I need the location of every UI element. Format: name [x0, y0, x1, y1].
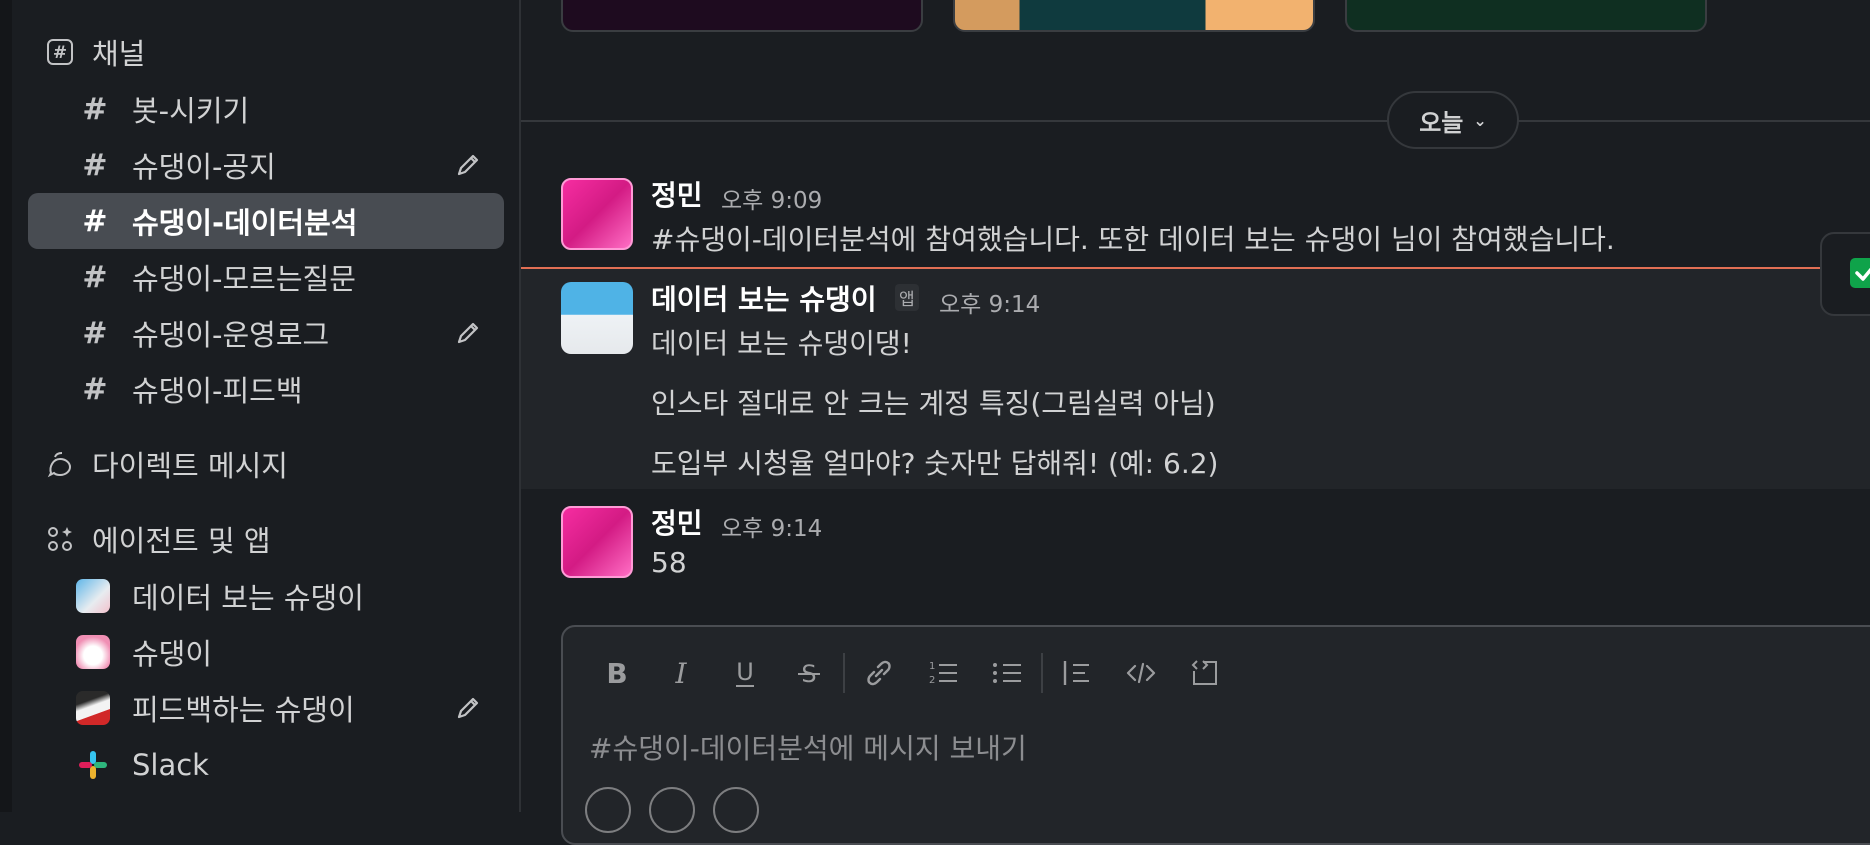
attachment-card[interactable]: [953, 0, 1315, 32]
channel-label: 봇-시키기: [132, 94, 250, 128]
new-messages-line: [521, 267, 1870, 269]
italic-icon[interactable]: I: [649, 649, 713, 697]
underline-icon[interactable]: U: [713, 649, 777, 697]
composer-actions: [585, 787, 759, 833]
app-label: Slack: [132, 748, 209, 782]
sidebar-channel-unknown-questions[interactable]: # 슈댕이-모르는질문: [28, 249, 504, 305]
message-composer[interactable]: B I U S 12 #슈댕이-데이터분석에 메시지 보내기: [561, 625, 1870, 845]
format-icon[interactable]: [649, 787, 695, 833]
apps-section-header[interactable]: 에이전트 및 앱: [44, 519, 271, 559]
link-icon[interactable]: [847, 649, 911, 697]
hash-icon: #: [82, 203, 108, 239]
dm-section-header[interactable]: 다이렉트 메시지: [44, 444, 288, 484]
dm-icon: [44, 448, 76, 480]
sidebar-channel-notice[interactable]: # 슈댕이-공지: [28, 137, 504, 193]
hash-icon: #: [82, 147, 108, 183]
code-block-icon[interactable]: [1173, 649, 1237, 697]
hash-icon: #: [82, 91, 108, 127]
channel-label: 슈댕이-피드백: [132, 374, 303, 408]
dm-section-label: 다이렉트 메시지: [92, 449, 288, 483]
chevron-down-icon: ⌄: [1473, 110, 1487, 130]
apps-section-label: 에이전트 및 앱: [92, 524, 271, 558]
app-avatar-feedback-shudaeng: [76, 691, 110, 725]
date-divider-line: [521, 120, 1870, 122]
blockquote-icon[interactable]: [1045, 649, 1109, 697]
pencil-icon: [457, 154, 479, 176]
sidebar-channel-feedback[interactable]: # 슈댕이-피드백: [28, 361, 504, 417]
sidebar-app-data-shudaeng[interactable]: 데이터 보는 슈댕이: [28, 568, 504, 624]
sidebar-channel-bot[interactable]: # 봇-시키기: [28, 81, 504, 137]
svg-text:U: U: [736, 658, 754, 686]
channel-label: 슈댕이-운영로그: [132, 318, 330, 352]
message-timestamp[interactable]: 오후 9:09: [721, 181, 822, 215]
emoji-icon[interactable]: [713, 787, 759, 833]
message-pane: 오늘 ⌄ 정민 오후 9:09 #슈댕이-데이터분석에 참여했습니다. 또한 데…: [521, 0, 1870, 845]
formatting-toolbar: B I U S 12: [585, 649, 1237, 697]
svg-text:#: #: [53, 43, 67, 63]
hash-icon: #: [82, 315, 108, 351]
date-divider-button[interactable]: 오늘 ⌄: [1387, 91, 1519, 149]
sidebar-app-shudaeng[interactable]: 슈댕이: [28, 624, 504, 680]
add-icon[interactable]: [585, 787, 631, 833]
toolbar-separator: [843, 653, 845, 693]
message-timestamp[interactable]: 오후 9:14: [721, 509, 822, 543]
svg-text:B: B: [606, 658, 627, 688]
message-text: 도입부 시청율 얼마야? 숫자만 답해줘! (예: 6.2): [651, 447, 1219, 480]
pencil-icon: [457, 697, 479, 719]
sidebar-channel-data-analysis[interactable]: # 슈댕이-데이터분석: [28, 193, 504, 249]
bulleted-list-icon[interactable]: [975, 649, 1039, 697]
app-label: 슈댕이: [132, 637, 213, 671]
app-avatar-shudaeng: [76, 635, 110, 669]
app-label: 피드백하는 슈댕이: [132, 693, 355, 727]
message-username[interactable]: 데이터 보는 슈댕이: [651, 278, 877, 318]
user-avatar[interactable]: [561, 178, 633, 250]
channel-hash-icon: #: [44, 36, 76, 68]
bold-icon[interactable]: B: [585, 649, 649, 697]
message-text: 데이터 보는 슈댕이댕!: [651, 327, 912, 360]
app-label: 데이터 보는 슈댕이: [132, 581, 364, 615]
sidebar-app-slack[interactable]: Slack: [28, 737, 504, 793]
message-input[interactable]: #슈댕이-데이터분석에 메시지 보내기: [589, 727, 1027, 767]
apps-grid-icon: [44, 523, 76, 555]
channels-section-header[interactable]: # 채널: [44, 32, 145, 72]
hash-icon: #: [82, 259, 108, 295]
message-text: 58: [651, 546, 687, 579]
channel-label: 슈댕이-데이터분석: [132, 206, 358, 240]
message-text: 인스타 절대로 안 크는 계정 특징(그림실력 아님): [651, 387, 1216, 420]
svg-text:1: 1: [929, 661, 935, 672]
sidebar-app-feedback-shudaeng[interactable]: 피드백하는 슈댕이: [28, 680, 504, 736]
channel-label: 슈댕이-모르는질문: [132, 262, 356, 296]
app-badge: 앱: [895, 284, 919, 311]
date-divider-label: 오늘: [1419, 108, 1464, 137]
attachment-card[interactable]: [561, 0, 923, 32]
toolbar-separator: [1041, 653, 1043, 693]
message-actions-toolbar[interactable]: [1820, 232, 1870, 316]
channel-label: 슈댕이-공지: [132, 150, 276, 184]
message-timestamp[interactable]: 오후 9:14: [939, 285, 1040, 319]
svg-text:2: 2: [929, 675, 935, 686]
message-text: #슈댕이-데이터분석에 참여했습니다. 또한 데이터 보는 슈댕이 님이 참여했…: [651, 223, 1615, 256]
check-mark-icon[interactable]: [1850, 258, 1870, 288]
code-icon[interactable]: [1109, 649, 1173, 697]
hash-icon: #: [82, 371, 108, 407]
bot-avatar[interactable]: [561, 282, 633, 354]
pencil-icon: [457, 322, 479, 344]
message-username[interactable]: 정민: [651, 174, 703, 214]
slack-logo-icon: [76, 748, 110, 782]
numbered-list-icon[interactable]: 12: [911, 649, 975, 697]
sidebar-channel-ops-log[interactable]: # 슈댕이-운영로그: [28, 305, 504, 361]
strikethrough-icon[interactable]: S: [777, 649, 841, 697]
sidebar: # 채널 # 봇-시키기 # 슈댕이-공지 # 슈댕이-데이터분석 # 슈댕이-…: [0, 0, 521, 812]
message-username[interactable]: 정민: [651, 502, 703, 542]
attachment-card[interactable]: [1345, 0, 1707, 32]
user-avatar[interactable]: [561, 506, 633, 578]
channels-section-label: 채널: [92, 37, 146, 71]
svg-text:I: I: [674, 658, 687, 688]
app-avatar-data-shudaeng: [76, 579, 110, 613]
